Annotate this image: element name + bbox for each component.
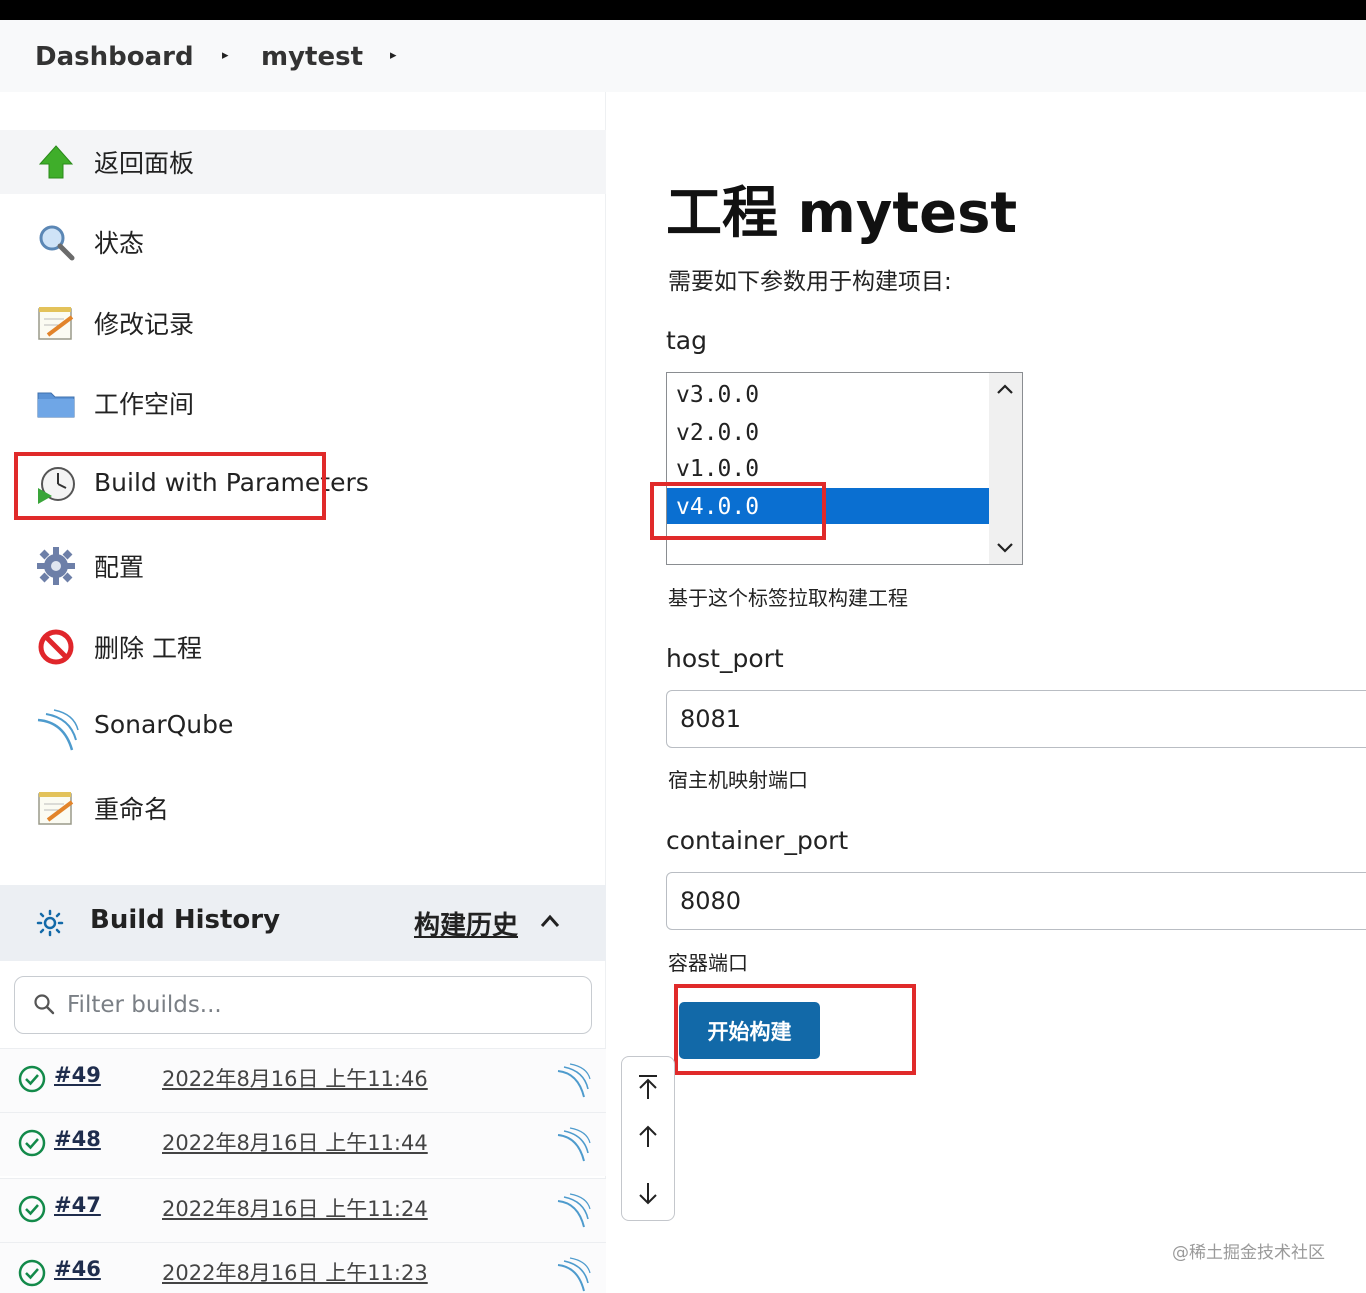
highlight-box-build-with-parameters [14,452,326,520]
top-bar [0,0,1366,20]
sidebar-item-delete-project[interactable]: 删除 工程 [0,615,606,679]
sidebar-item-label: SonarQube [94,710,234,739]
no-entry-icon [36,627,76,667]
breadcrumb-separator-icon[interactable]: ▸ [222,48,229,63]
chevron-up-icon[interactable] [538,909,562,933]
select-scrollbar[interactable] [989,373,1022,564]
sidebar-item-label: 工作空间 [94,390,195,419]
build-row[interactable]: #47 2022年8月16日 上午11:24 [0,1178,606,1242]
build-date-link[interactable]: 2022年8月16日 上午11:46 [162,1063,428,1093]
param-description-host-port: 宿主机映射端口 [668,768,808,792]
filter-builds-input[interactable] [67,989,567,1021]
watermark: @稀土掘金技术社区 [1172,1243,1325,1263]
container-port-input[interactable] [666,872,1366,930]
build-number-link[interactable]: #49 [54,1063,101,1087]
build-row[interactable]: #49 2022年8月16日 上午11:46 [0,1048,606,1112]
folder-icon [36,383,76,423]
page-scroll-controls [621,1056,675,1221]
gear-icon [36,546,76,586]
success-check-icon [18,1129,46,1157]
param-description-tag: 基于这个标签拉取构建工程 [668,586,908,610]
magnifier-icon [36,222,76,262]
build-row[interactable]: #46 2022年8月16日 上午11:23 [0,1242,606,1293]
build-number-link[interactable]: #46 [54,1257,101,1281]
notepad-icon [36,788,76,828]
sonarqube-icon [36,708,79,751]
scroll-to-top-icon[interactable] [634,1073,662,1101]
build-date-link[interactable]: 2022年8月16日 上午11:44 [162,1127,428,1157]
filter-builds-box [14,976,592,1034]
build-number-link[interactable]: #47 [54,1193,101,1217]
sidebar-item-changes[interactable]: 修改记录 [0,291,606,355]
search-icon [33,993,55,1015]
tag-option[interactable]: v2.0.0 [667,414,989,450]
scroll-down-arrow-icon[interactable] [994,536,1016,558]
sidebar-item-label: 返回面板 [94,149,195,178]
param-label-host-port: host_port [666,644,784,673]
scroll-up-icon[interactable] [634,1123,662,1151]
build-date-link[interactable]: 2022年8月16日 上午11:23 [162,1257,428,1287]
sidebar-item-label: 删除 工程 [94,634,202,663]
param-description-container-port: 容器端口 [668,951,748,975]
build-history-link[interactable]: 构建历史 [414,905,518,942]
highlight-box-build-button [674,984,916,1075]
sidebar-item-label: 重命名 [94,795,170,824]
param-label-tag: tag [666,326,707,355]
host-port-input[interactable] [666,690,1366,748]
sidebar-item-status[interactable]: 状态 [0,210,606,274]
success-check-icon [18,1259,46,1287]
sonarqube-icon[interactable] [556,1193,592,1229]
scroll-down-icon[interactable] [634,1179,662,1207]
page-subtitle: 需要如下参数用于构建项目: [668,269,952,295]
build-history-header: Build History 构建历史 [0,885,606,961]
up-arrow-icon [36,142,76,182]
sidebar-item-rename[interactable]: 重命名 [0,776,606,840]
breadcrumb: Dashboard ▸ mytest ▸ [0,20,1366,92]
sidebar-item-workspace[interactable]: 工作空间 [0,371,606,435]
scroll-up-arrow-icon[interactable] [994,379,1016,401]
success-check-icon [18,1065,46,1093]
build-row[interactable]: #48 2022年8月16日 上午11:44 [0,1112,606,1176]
breadcrumb-separator-icon[interactable]: ▸ [390,48,397,63]
sonarqube-icon[interactable] [556,1063,592,1099]
sidebar-item-configure[interactable]: 配置 [0,534,606,598]
build-history-title: Build History [90,905,281,935]
sonarqube-icon[interactable] [556,1127,592,1163]
sidebar-item-label: 配置 [94,553,145,582]
tag-option[interactable]: v1.0.0 [667,450,989,486]
sidebar-item-label: 状态 [94,229,145,258]
highlight-box-selected-tag [650,482,826,540]
param-label-container-port: container_port [666,826,849,855]
success-check-icon [18,1195,46,1223]
sidebar-item-sonarqube[interactable]: SonarQube [0,696,606,760]
build-date-link[interactable]: 2022年8月16日 上午11:24 [162,1193,428,1223]
notepad-icon [36,303,76,343]
breadcrumb-mytest[interactable]: mytest [261,42,363,72]
build-number-link[interactable]: #48 [54,1127,101,1151]
sonarqube-icon[interactable] [556,1257,592,1293]
tag-option[interactable]: v3.0.0 [667,376,989,412]
page-title: 工程 mytest [666,181,1018,246]
sun-icon [36,909,64,937]
sidebar-item-label: 修改记录 [94,310,195,339]
sidebar-item-back-to-dashboard[interactable]: 返回面板 [0,130,606,194]
breadcrumb-dashboard[interactable]: Dashboard [35,42,194,72]
